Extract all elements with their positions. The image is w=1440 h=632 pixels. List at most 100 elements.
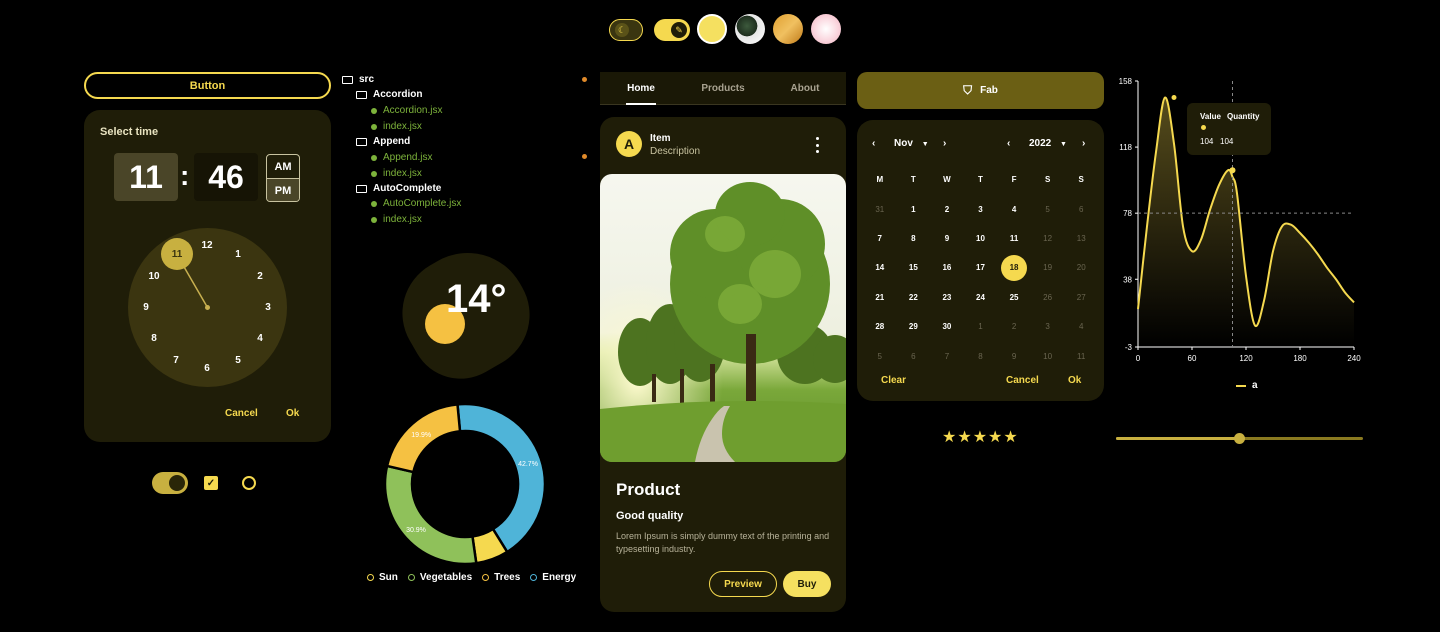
clock-dial[interactable]: 11 12 1 2 3 4 5 6 7 8 9 10 (128, 228, 287, 387)
calendar-day[interactable]: 11 (1064, 341, 1098, 370)
calendar-day[interactable]: 31 (863, 194, 897, 223)
tree-file[interactable]: Accordion.jsx (371, 105, 442, 116)
calendar-day[interactable]: 22 (897, 283, 931, 312)
tree-folder-accordion[interactable]: Accordion (356, 89, 422, 100)
pink-theme-swatch[interactable] (811, 14, 841, 44)
am-option[interactable]: AM (267, 155, 299, 179)
calendar-day[interactable]: 10 (964, 224, 998, 253)
time-ok-button[interactable]: Ok (286, 408, 299, 419)
calendar-day[interactable]: 17 (964, 253, 998, 282)
slider-thumb[interactable] (1234, 433, 1245, 444)
next-year-icon[interactable]: › (1082, 138, 1085, 149)
tree-file[interactable]: Append.jsx (371, 152, 432, 163)
calendar-day[interactable]: 1 (964, 312, 998, 341)
star-icon[interactable]: ★ (942, 429, 957, 446)
calendar-day[interactable]: 3 (964, 194, 998, 223)
minute-field[interactable]: 46 (194, 153, 258, 201)
calendar-day[interactable]: 6 (897, 341, 931, 370)
calendar-day[interactable]: 7 (930, 341, 964, 370)
star-rating[interactable]: ★★★★★ (942, 427, 1019, 447)
tab-products[interactable]: Products (682, 72, 764, 104)
calendar-day[interactable]: 5 (863, 341, 897, 370)
calendar-day[interactable]: 2 (997, 312, 1031, 341)
star-icon[interactable]: ★ (973, 429, 988, 446)
calendar-day[interactable]: 13 (1064, 224, 1098, 253)
peak-point[interactable] (1171, 95, 1177, 101)
switch-toggle[interactable] (152, 472, 188, 494)
calendar-ok-button[interactable]: Ok (1068, 375, 1081, 386)
star-icon[interactable]: ★ (1003, 429, 1018, 446)
orange-theme-swatch[interactable] (773, 14, 803, 44)
calendar-day[interactable]: 14 (863, 253, 897, 282)
time-cancel-button[interactable]: Cancel (225, 408, 258, 419)
calendar-day[interactable]: 8 (964, 341, 998, 370)
checkbox[interactable]: ✓ (204, 476, 218, 490)
calendar-day[interactable]: 18 (997, 253, 1031, 282)
calendar-day[interactable]: 27 (1064, 283, 1098, 312)
primary-button[interactable]: Button (84, 72, 331, 99)
pm-option[interactable]: PM (267, 179, 299, 201)
legend-item-vegetables[interactable]: Vegetables (407, 572, 472, 583)
tree-folder-autocomplete[interactable]: AutoComplete (356, 183, 441, 194)
slider-track[interactable] (1116, 433, 1363, 444)
calendar-day[interactable]: 20 (1064, 253, 1098, 282)
calendar-day[interactable]: 2 (930, 194, 964, 223)
calendar-day[interactable]: 25 (997, 283, 1031, 312)
fab-button[interactable]: ⛉ Fab (857, 72, 1104, 109)
tab-home[interactable]: Home (600, 72, 682, 105)
buy-button[interactable]: Buy (783, 571, 831, 597)
highlight-point[interactable] (1229, 167, 1236, 174)
calendar-day[interactable]: 11 (997, 224, 1031, 253)
calendar-day[interactable]: 29 (897, 312, 931, 341)
calendar-day[interactable]: 9 (930, 224, 964, 253)
calendar-day[interactable]: 4 (1064, 312, 1098, 341)
prev-month-icon[interactable]: ‹ (872, 138, 875, 149)
legend-item-trees[interactable]: Trees (482, 572, 520, 583)
calendar-day[interactable]: 1 (897, 194, 931, 223)
yellow-theme-swatch[interactable] (697, 14, 727, 44)
calendar-day[interactable]: 10 (1031, 341, 1065, 370)
calendar-cancel-button[interactable]: Cancel (1006, 375, 1039, 386)
tree-file[interactable]: index.jsx (371, 121, 422, 132)
tree-file[interactable]: index.jsx (371, 168, 422, 179)
calendar-day[interactable]: 24 (964, 283, 998, 312)
donut-slice-energy[interactable] (456, 402, 547, 554)
dark-mode-toggle[interactable]: ☾ (609, 19, 643, 41)
calendar-day[interactable]: 30 (930, 312, 964, 341)
more-vert-icon[interactable] (812, 137, 822, 153)
legend-item-sun[interactable]: Sun (367, 572, 398, 583)
preview-button[interactable]: Preview (709, 571, 777, 597)
calendar-day[interactable]: 8 (897, 224, 931, 253)
calendar-day[interactable]: 3 (1031, 312, 1065, 341)
calendar-day[interactable]: 23 (930, 283, 964, 312)
calendar-day[interactable]: 16 (930, 253, 964, 282)
tree-folder-append[interactable]: Append (356, 136, 410, 147)
calendar-day[interactable]: 5 (1031, 194, 1065, 223)
hour-field[interactable]: 11 (114, 153, 178, 201)
tab-about[interactable]: About (764, 72, 846, 104)
next-month-icon[interactable]: › (943, 138, 946, 149)
tree-file[interactable]: AutoComplete.jsx (371, 198, 461, 209)
radio-button[interactable] (242, 476, 256, 490)
prev-year-icon[interactable]: ‹ (1007, 138, 1010, 149)
calendar-day[interactable]: 26 (1031, 283, 1065, 312)
calendar-day[interactable]: 19 (1031, 253, 1065, 282)
star-icon[interactable]: ★ (988, 429, 1003, 446)
month-select[interactable]: Nov ▼ (894, 138, 929, 149)
legend-item-energy[interactable]: Energy (530, 572, 576, 583)
tree-file[interactable]: index.jsx (371, 214, 422, 225)
calendar-day[interactable]: 28 (863, 312, 897, 341)
calendar-day[interactable]: 15 (897, 253, 931, 282)
calendar-day[interactable]: 12 (1031, 224, 1065, 253)
calendar-clear-button[interactable]: Clear (881, 375, 906, 386)
donut-slice-vegetables[interactable] (383, 464, 478, 566)
leaf-theme-swatch[interactable] (735, 14, 765, 44)
brush-toggle[interactable]: ✎ (654, 19, 690, 41)
calendar-day[interactable]: 4 (997, 194, 1031, 223)
year-select[interactable]: 2022 ▼ (1029, 138, 1067, 149)
star-icon[interactable]: ★ (957, 429, 972, 446)
calendar-day[interactable]: 9 (997, 341, 1031, 370)
calendar-day[interactable]: 7 (863, 224, 897, 253)
calendar-day[interactable]: 21 (863, 283, 897, 312)
calendar-day[interactable]: 6 (1064, 194, 1098, 223)
